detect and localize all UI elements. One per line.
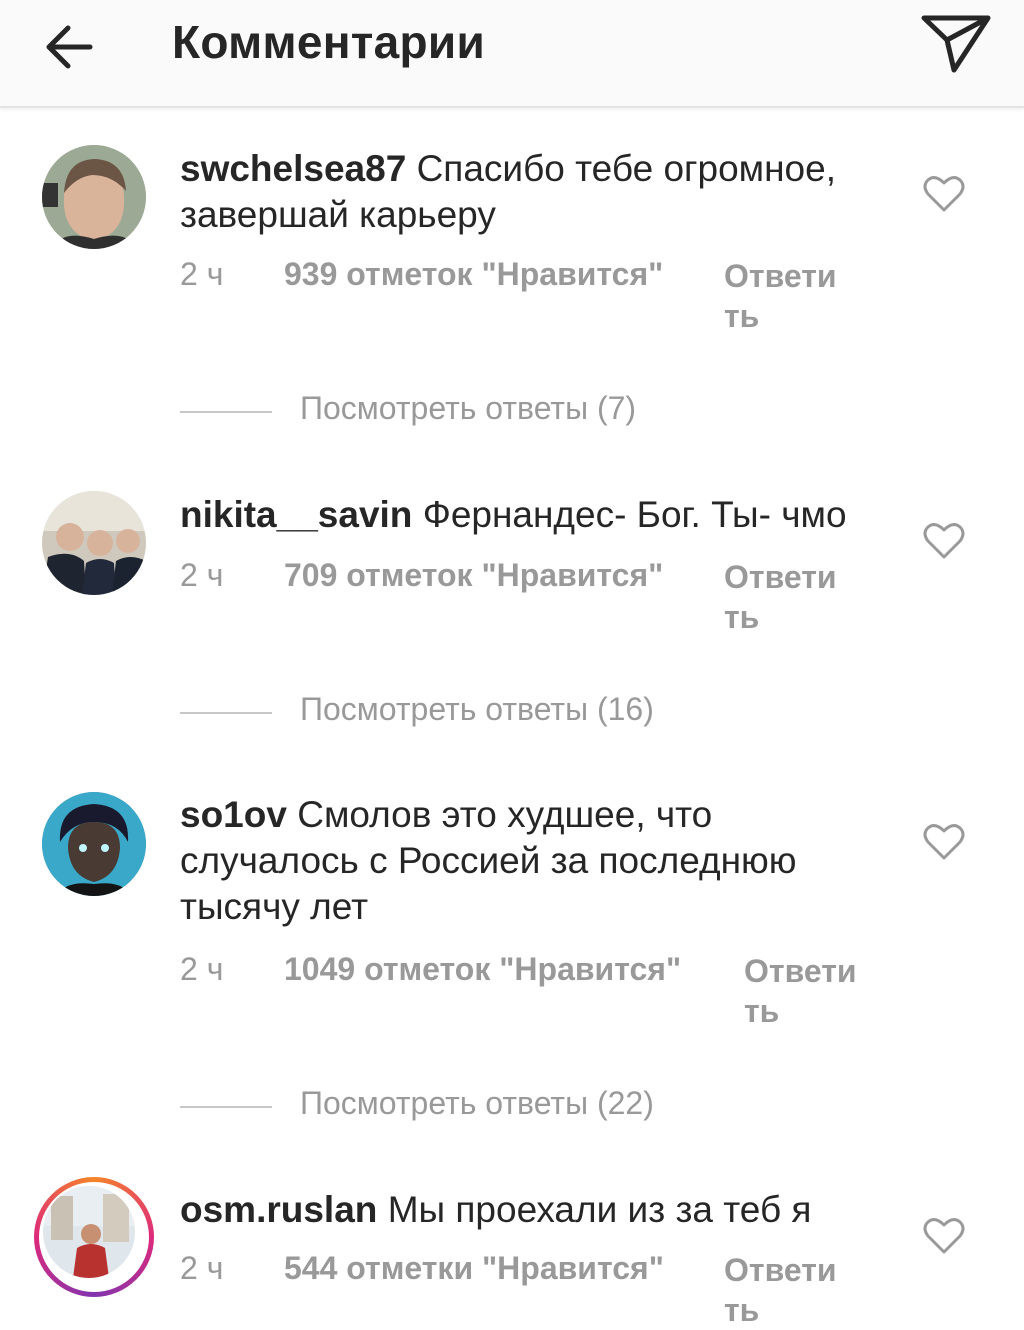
- comment-username[interactable]: swchelsea87: [180, 148, 406, 189]
- reply-button[interactable]: Ответить: [744, 951, 864, 1031]
- like-count[interactable]: 544 отметки "Нравится": [284, 1250, 664, 1287]
- back-button[interactable]: [36, 12, 106, 82]
- comment-username[interactable]: nikita__savin: [180, 494, 412, 535]
- send-button[interactable]: [916, 6, 996, 76]
- heart-icon[interactable]: [922, 174, 966, 214]
- heart-icon[interactable]: [922, 1216, 966, 1256]
- comment-username[interactable]: osm.ruslan: [180, 1189, 377, 1230]
- arrow-left-icon: [46, 25, 93, 69]
- like-count[interactable]: 939 отметок "Нравится": [284, 256, 663, 293]
- reply-button[interactable]: Ответить: [724, 1250, 844, 1330]
- view-replies-label: Посмотреть ответы (7): [300, 390, 637, 426]
- avatar[interactable]: [42, 145, 146, 249]
- top-app-bar: Комментарии: [0, 0, 1024, 108]
- divider-line: [180, 411, 272, 413]
- reply-button[interactable]: Ответить: [724, 256, 844, 336]
- view-replies-button[interactable]: Посмотреть ответы (22): [180, 1085, 880, 1129]
- avatar[interactable]: [42, 491, 146, 595]
- view-replies-button[interactable]: Посмотреть ответы (7): [180, 390, 880, 434]
- page-title: Комментарии: [172, 16, 486, 68]
- view-replies-label: Посмотреть ответы (22): [300, 1085, 654, 1121]
- like-count[interactable]: 709 отметок "Нравится": [284, 557, 663, 594]
- divider-line: [180, 712, 272, 714]
- comment-username[interactable]: so1ov: [180, 794, 287, 835]
- comment-text: Фернандес- Бог. Ты- чмо: [422, 494, 847, 535]
- heart-icon[interactable]: [922, 822, 966, 862]
- comment-time: 2 ч: [180, 1250, 224, 1286]
- comment-time: 2 ч: [180, 256, 224, 292]
- divider-line: [180, 1106, 272, 1108]
- avatar[interactable]: [43, 1186, 135, 1278]
- comment-time: 2 ч: [180, 951, 224, 987]
- view-replies-button[interactable]: Посмотреть ответы (16): [180, 691, 880, 735]
- view-replies-label: Посмотреть ответы (16): [300, 691, 654, 727]
- story-ring[interactable]: [34, 1177, 154, 1297]
- comment-text: Мы проехали из за теб я: [387, 1189, 812, 1230]
- reply-button[interactable]: Ответить: [724, 557, 844, 637]
- paper-plane-icon: [921, 15, 991, 73]
- comment-time: 2 ч: [180, 557, 224, 593]
- like-count[interactable]: 1049 отметок "Нравится": [284, 951, 681, 988]
- avatar[interactable]: [42, 792, 146, 896]
- heart-icon[interactable]: [922, 521, 966, 561]
